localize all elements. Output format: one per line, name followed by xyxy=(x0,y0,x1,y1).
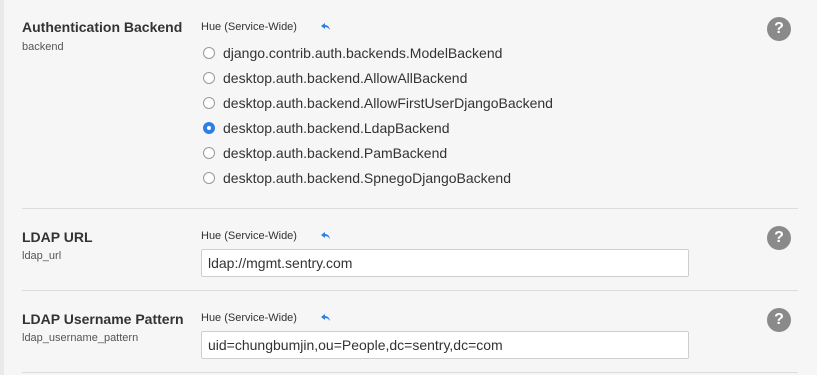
ldap-username-pattern-scope: Hue (Service-Wide) xyxy=(201,312,297,324)
backend-option-label: desktop.auth.backend.SpnegoDjangoBackend xyxy=(223,170,511,186)
radio-selected[interactable] xyxy=(203,122,215,134)
backend-option[interactable]: desktop.auth.backend.AllowAllBackend xyxy=(203,70,467,86)
backend-option[interactable]: desktop.auth.backend.PamBackend xyxy=(203,145,447,161)
backend-option[interactable]: desktop.auth.backend.LdapBackend xyxy=(203,120,450,136)
ldap-username-pattern-input[interactable]: uid=chungbumjin,ou=People,dc=sentry,dc=c… xyxy=(201,331,689,359)
backend-title: Authentication Backend xyxy=(22,19,183,35)
revert-icon[interactable] xyxy=(320,22,332,32)
ldap-url-help-icon[interactable]: ? xyxy=(767,226,791,250)
radio-unselected[interactable] xyxy=(203,47,215,59)
backend-option[interactable]: django.contrib.auth.backends.ModelBacken… xyxy=(203,45,502,61)
ldap-username-pattern-title: LDAP Username Pattern xyxy=(22,311,184,327)
backend-option-label: desktop.auth.backend.PamBackend xyxy=(223,145,448,161)
ldap-username-pattern-help-icon[interactable]: ? xyxy=(767,308,791,332)
ldap-url-input[interactable]: ldap://mgmt.sentry.com xyxy=(201,249,689,277)
backend-option-label: desktop.auth.backend.LdapBackend xyxy=(223,120,450,136)
ldap-url-title: LDAP URL xyxy=(22,229,93,245)
revert-icon[interactable] xyxy=(320,313,332,323)
divider xyxy=(22,208,798,209)
divider xyxy=(22,372,798,373)
backend-key: backend xyxy=(22,41,64,53)
radio-unselected[interactable] xyxy=(203,147,215,159)
revert-icon[interactable] xyxy=(320,231,332,241)
left-edge xyxy=(0,0,4,375)
radio-unselected[interactable] xyxy=(203,172,215,184)
radio-unselected[interactable] xyxy=(203,97,215,109)
backend-option[interactable]: desktop.auth.backend.SpnegoDjangoBackend xyxy=(203,170,511,186)
backend-option-label: desktop.auth.backend.AllowAllBackend xyxy=(223,70,468,86)
backend-option[interactable]: desktop.auth.backend.AllowFirstUserDjang… xyxy=(203,95,553,111)
ldap-url-scope: Hue (Service-Wide) xyxy=(201,230,297,242)
backend-help-icon[interactable]: ? xyxy=(767,17,791,41)
ldap-url-key: ldap_url xyxy=(22,250,62,262)
radio-unselected[interactable] xyxy=(203,72,215,84)
backend-option-label: desktop.auth.backend.AllowFirstUserDjang… xyxy=(223,95,553,111)
backend-option-label: django.contrib.auth.backends.ModelBacken… xyxy=(223,45,503,61)
divider xyxy=(22,290,798,291)
ldap-username-pattern-key: ldap_username_pattern xyxy=(22,332,139,344)
backend-scope: Hue (Service-Wide) xyxy=(201,21,297,33)
